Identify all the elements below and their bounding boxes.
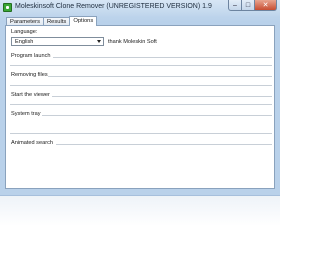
close-button[interactable]: ✕ <box>255 0 277 11</box>
chevron-down-icon <box>97 40 101 43</box>
app-icon <box>3 3 12 12</box>
window-controls: – □ ✕ <box>228 0 277 11</box>
tab-options[interactable]: Options <box>69 16 98 26</box>
thanks-text: thank Moleskin Soft <box>108 39 157 45</box>
minimize-button[interactable]: – <box>228 0 242 11</box>
separator <box>52 96 272 97</box>
section-program-launch: Program launch <box>11 53 51 59</box>
separator <box>10 133 272 134</box>
language-label: Language: <box>11 29 38 35</box>
separator <box>56 144 272 145</box>
separator <box>53 57 272 58</box>
section-animated-search: Animated search <box>11 140 53 146</box>
title-bar[interactable]: Moleskinsoft Clone Remover (UNREGISTERED… <box>0 0 280 16</box>
section-system-tray: System tray <box>11 111 41 117</box>
separator <box>42 115 272 116</box>
separator <box>10 65 272 66</box>
app-window: Moleskinsoft Clone Remover (UNREGISTERED… <box>0 0 280 196</box>
language-select[interactable]: English <box>11 37 104 46</box>
window-reflection <box>0 196 280 270</box>
separator <box>10 104 272 105</box>
language-select-value: English <box>15 39 34 45</box>
separator <box>10 85 272 86</box>
maximize-button[interactable]: □ <box>242 0 255 11</box>
section-start-viewer: Start the viewer <box>11 92 50 98</box>
section-removing-files: Removing files <box>11 72 48 78</box>
window-title: Moleskinsoft Clone Remover (UNREGISTERED… <box>15 3 212 10</box>
separator <box>48 76 272 77</box>
options-panel: Language: English thank Moleskin Soft Pr… <box>5 25 275 189</box>
